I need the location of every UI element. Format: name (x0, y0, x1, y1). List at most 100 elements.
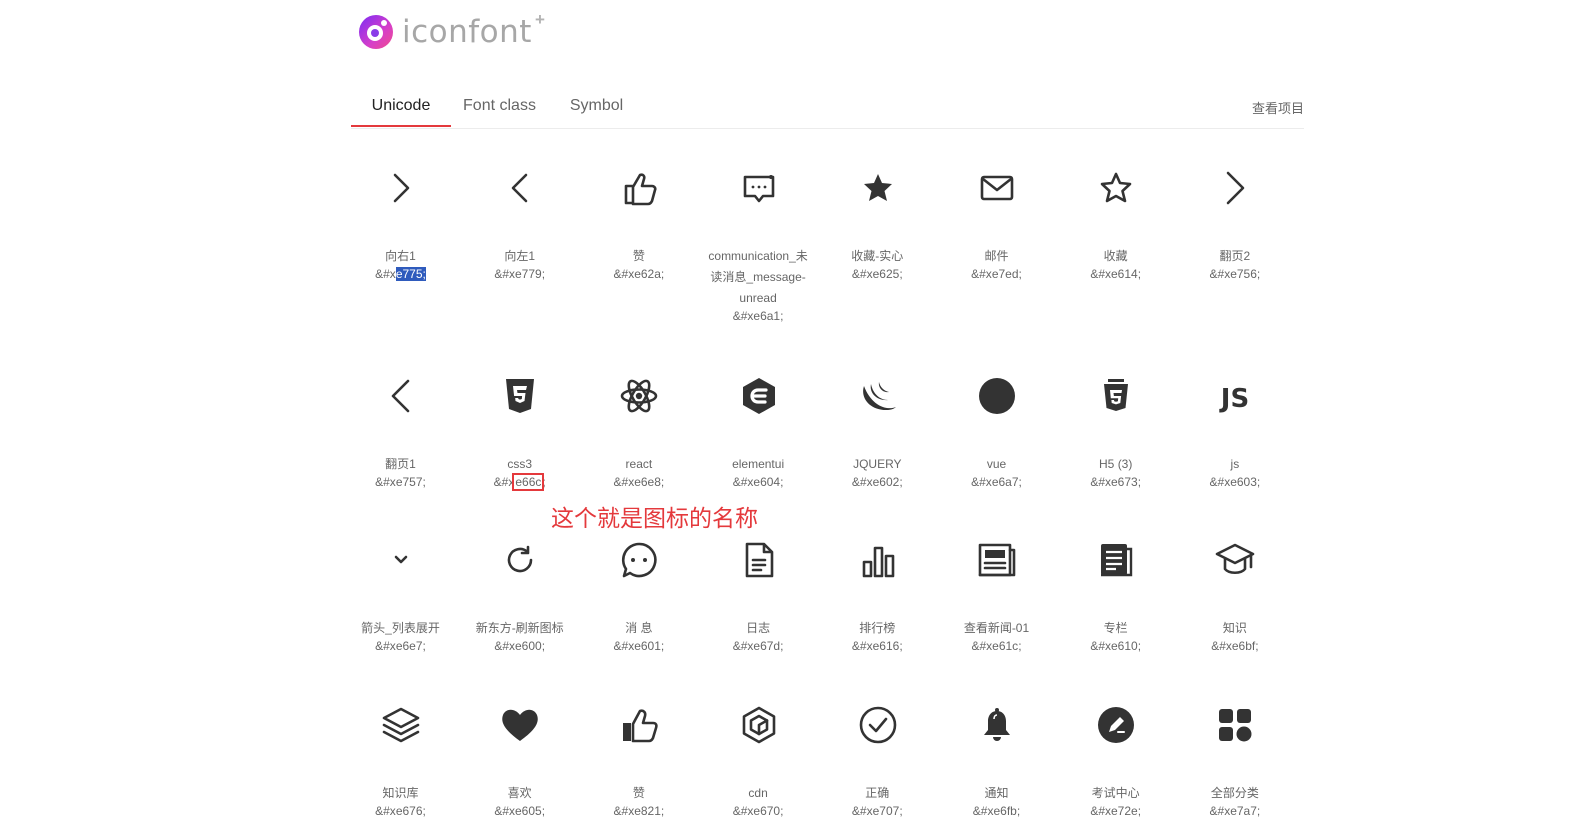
icon-unicode[interactable]: &#xe604; (699, 473, 818, 491)
unicode-code[interactable]: e7a7 (1230, 804, 1257, 818)
icon-unicode[interactable]: &#xe616; (818, 637, 937, 655)
icon-unicode[interactable]: &#xe775; (341, 265, 460, 283)
unicode-prefix: &#x (1209, 267, 1231, 281)
jquery-icon (858, 376, 898, 416)
thumbs-up-icon (619, 705, 659, 745)
html5-icon (1096, 376, 1136, 416)
tab-unicode[interactable]: Unicode (351, 88, 451, 126)
icon-unicode[interactable]: &#xe62a; (579, 265, 698, 283)
icon-unicode[interactable]: &#xe7ed; (937, 265, 1056, 283)
icon-unicode[interactable]: &#xe600; (460, 637, 579, 655)
unicode-suffix: ; (780, 309, 784, 323)
icon-unicode[interactable]: &#xe670; (699, 802, 818, 820)
unicode-code[interactable]: e610 (1111, 639, 1138, 653)
unicode-suffix: ; (780, 804, 784, 818)
unicode-code[interactable]: e757 (396, 475, 423, 489)
unicode-code[interactable]: e7ed (992, 267, 1019, 281)
icon-unicode[interactable]: &#xe673; (1056, 473, 1175, 491)
unicode-code[interactable]: e616 (873, 639, 900, 653)
unicode-code[interactable]: e707 (873, 804, 900, 818)
icon-unicode[interactable]: &#xe614; (1056, 265, 1175, 283)
icon-unicode[interactable]: &#xe6e7; (341, 637, 460, 655)
icon-unicode[interactable]: &#xe61c; (937, 637, 1056, 655)
unicode-prefix: &#x (494, 804, 515, 818)
unicode-code[interactable]: e6e8 (634, 475, 661, 489)
unicode-code[interactable]: e614 (1111, 267, 1138, 281)
icon-unicode[interactable]: &#xe67d; (699, 637, 818, 655)
unicode-code[interactable]: e62a (634, 267, 661, 281)
tab-symbol[interactable]: Symbol (548, 88, 645, 126)
unicode-prefix: &#x (613, 475, 635, 489)
icon-unicode[interactable]: &#xe7a7; (1175, 802, 1294, 820)
icon-unicode[interactable]: &#xe707; (818, 802, 937, 820)
unicode-prefix: &#x (1090, 475, 1111, 489)
page-prev-icon (381, 376, 421, 416)
icon-unicode[interactable]: &#xe756; (1175, 265, 1294, 283)
unicode-code[interactable]: e6a7 (992, 475, 1019, 489)
unicode-code[interactable]: e625 (873, 267, 900, 281)
icon-unicode[interactable]: &#xe757; (341, 473, 460, 491)
iconfont-logo[interactable]: iconfont + (358, 10, 545, 52)
unicode-suffix: ; (1256, 475, 1261, 489)
icon-unicode[interactable]: &#xe602; (818, 473, 937, 491)
icon-unicode[interactable]: &#xe603; (1175, 473, 1294, 491)
icon-name: 向右1 (385, 249, 416, 263)
icon-unicode[interactable]: &#xe6e8; (579, 473, 698, 491)
unicode-code[interactable]: e604 (753, 475, 780, 489)
unicode-code[interactable]: e6bf (1232, 639, 1255, 653)
unicode-code[interactable]: e670 (753, 804, 780, 818)
icon-name: 收藏-实心 (851, 249, 904, 263)
unicode-code[interactable]: e673 (1111, 475, 1138, 489)
tab-font-class[interactable]: Font class (451, 88, 548, 126)
unicode-code[interactable]: e61c (992, 639, 1018, 653)
icon-name: 翻页2 (1219, 249, 1251, 263)
unicode-code[interactable]: e72e (1111, 804, 1138, 818)
icon-unicode[interactable]: &#xe779; (460, 265, 579, 283)
icon-unicode[interactable]: &#xe6a7; (937, 473, 1056, 491)
icon-unicode[interactable]: &#xe66c; (460, 473, 579, 491)
unicode-code[interactable]: e605 (515, 804, 542, 818)
unicode-suffix: ; (1137, 267, 1142, 281)
unicode-prefix: &#x (971, 475, 992, 489)
unicode-suffix: ; (899, 639, 903, 653)
unicode-code[interactable]: e756 (1230, 267, 1257, 281)
unicode-code[interactable]: e67d (753, 639, 780, 653)
icon-unicode[interactable]: &#xe605; (460, 802, 579, 820)
icon-name: unread (739, 291, 777, 305)
unicode-code[interactable]: e676 (396, 804, 423, 818)
icon-unicode[interactable]: &#xe6a1; (699, 307, 818, 325)
unicode-code[interactable]: e600 (515, 639, 542, 653)
unicode-code[interactable]: e602 (873, 475, 900, 489)
icon-name: 翻页1 (385, 457, 416, 471)
icon-name: css3 (507, 457, 533, 471)
icon-name: 专栏 (1103, 621, 1128, 635)
unicode-code[interactable]: e6fb (993, 804, 1016, 818)
icon-name: 正确 (865, 786, 890, 800)
unicode-suffix: ; (422, 475, 426, 489)
annotation-text: 这个就是图标的名称 (551, 506, 758, 532)
unicode-suffix: ; (422, 639, 426, 653)
icon-unicode[interactable]: &#xe676; (341, 802, 460, 820)
unicode-code[interactable]: e821 (634, 804, 661, 818)
icon-unicode[interactable]: &#xe601; (579, 637, 698, 655)
cdn-icon (739, 705, 779, 745)
logo-plus: + (534, 10, 545, 29)
unicode-code[interactable]: e603 (1230, 475, 1257, 489)
unicode-prefix: &#x (1090, 267, 1111, 281)
exam-edit-icon (1096, 705, 1136, 745)
unicode-code[interactable]: e601 (634, 639, 661, 653)
unicode-code[interactable]: e66c (512, 473, 545, 491)
icon-unicode[interactable]: &#xe6bf; (1175, 637, 1294, 655)
unicode-code[interactable]: e779 (515, 267, 542, 281)
icon-unicode[interactable]: &#xe72e; (1056, 802, 1175, 820)
grid-categories-icon (1215, 705, 1255, 745)
view-project-link[interactable]: 查看项目 (1252, 98, 1304, 117)
icon-unicode[interactable]: &#xe821; (579, 802, 698, 820)
unicode-code[interactable]: e775 (395, 267, 423, 281)
icon-unicode[interactable]: &#xe625; (818, 265, 937, 283)
icon-unicode[interactable]: &#xe610; (1056, 637, 1175, 655)
unicode-code[interactable]: e6a1 (753, 309, 780, 323)
unicode-code[interactable]: e6e7 (396, 639, 423, 653)
message-unread-icon (739, 168, 779, 208)
icon-unicode[interactable]: &#xe6fb; (937, 802, 1056, 820)
